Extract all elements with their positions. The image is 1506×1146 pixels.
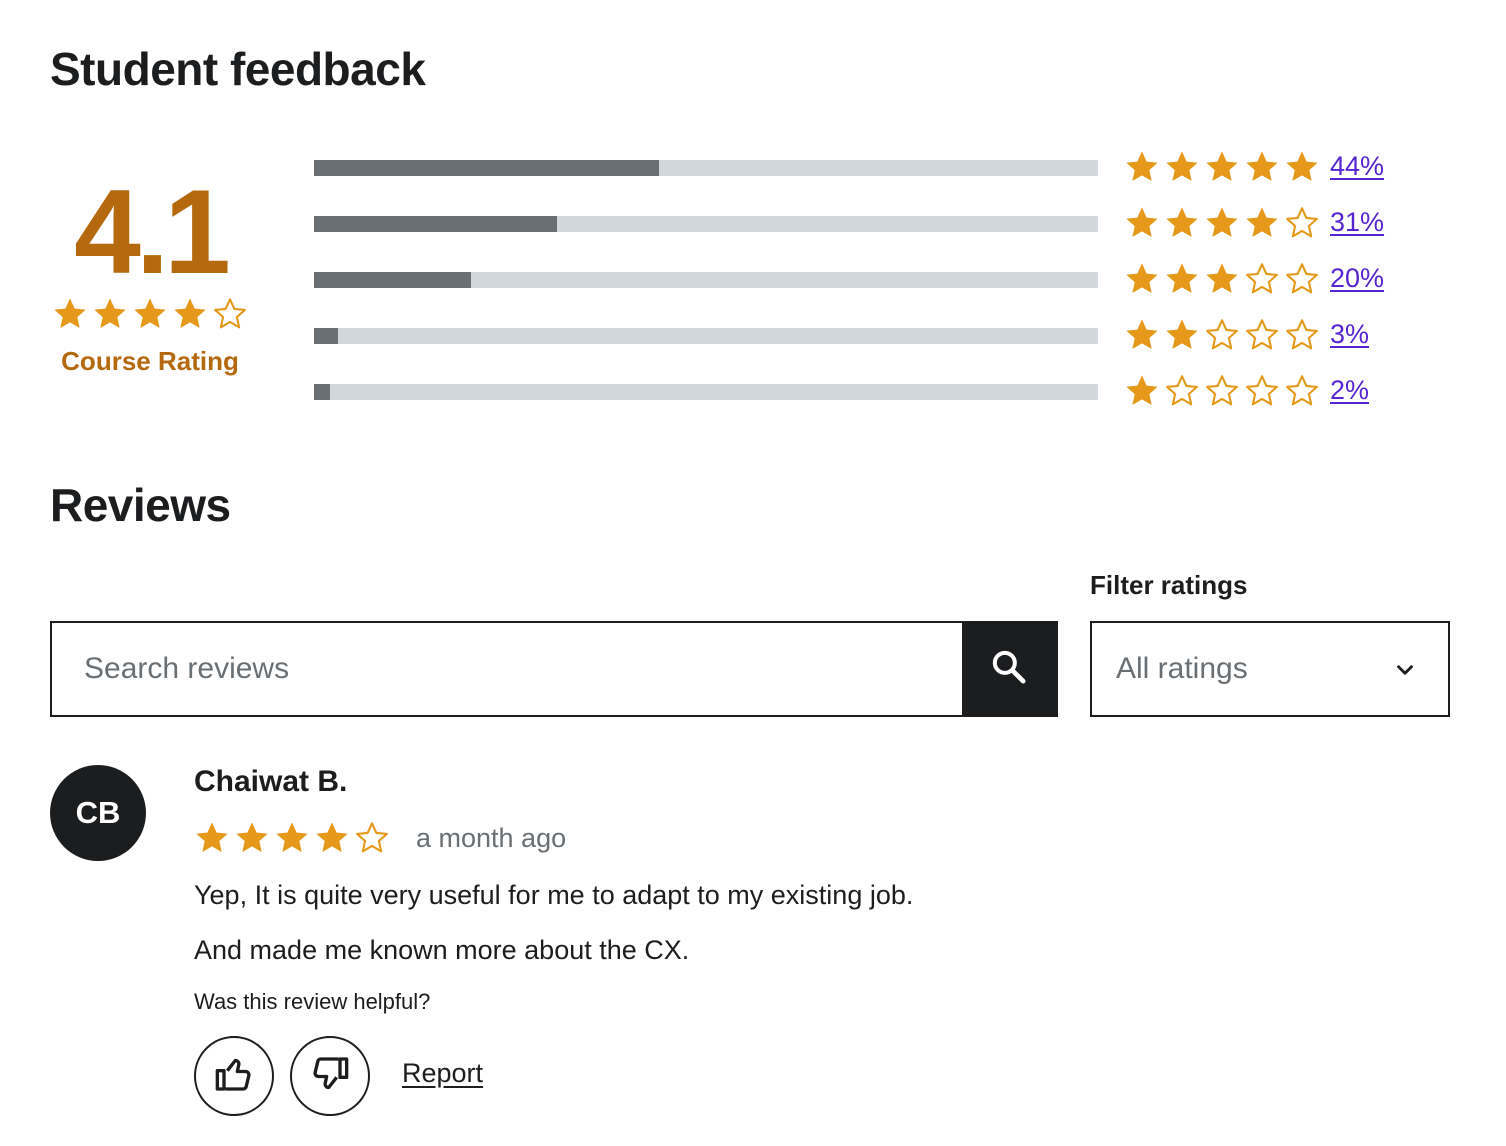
star-filled-icon: [1124, 261, 1160, 297]
chevron-down-icon: [1392, 657, 1418, 683]
rating-bar-fill: [314, 216, 558, 232]
rating-percent-link-2[interactable]: 3%: [1330, 319, 1369, 350]
rating-row-1: 2%: [314, 375, 1414, 435]
rating-bar-fill: [314, 272, 471, 288]
star-filled-icon: [1124, 317, 1160, 353]
filter-ratings-label: Filter ratings: [1090, 570, 1248, 600]
rating-bar-fill: [314, 384, 330, 400]
star-empty-icon: [212, 296, 248, 332]
star-filled-icon: [1124, 205, 1160, 241]
star-empty-icon: [1284, 373, 1320, 409]
rating-bar-track: [314, 328, 1098, 344]
report-link[interactable]: Report: [402, 1058, 483, 1089]
rating-row-stars: [1124, 373, 1320, 409]
rating-percent-link-5[interactable]: 44%: [1330, 151, 1384, 182]
search-reviews-input[interactable]: [52, 623, 962, 715]
star-filled-icon: [1244, 149, 1280, 185]
rating-row-stars: [1124, 205, 1320, 241]
review-date: a month ago: [416, 822, 567, 853]
rating-row-stars: [1124, 261, 1320, 297]
review-search-form: [50, 621, 1058, 717]
helpful-yes-button[interactable]: [194, 1036, 274, 1116]
rating-row-5: 44%: [314, 151, 1414, 211]
star-empty-icon: [1284, 261, 1320, 297]
review-meta: a month ago: [194, 820, 566, 856]
star-filled-icon: [1204, 149, 1240, 185]
star-empty-icon: [1164, 373, 1200, 409]
reviewer-avatar: CB: [50, 765, 146, 861]
filter-ratings-value: All ratings: [1116, 652, 1248, 685]
rating-row-2: 3%: [314, 319, 1414, 379]
star-filled-icon: [1204, 205, 1240, 241]
star-empty-icon: [1204, 317, 1240, 353]
star-filled-icon: [1204, 261, 1240, 297]
student-feedback-heading: Student feedback: [50, 43, 426, 95]
review-stars: [194, 820, 390, 856]
star-filled-icon: [52, 296, 88, 332]
star-filled-icon: [1124, 373, 1160, 409]
search-icon: [989, 647, 1029, 692]
star-filled-icon: [92, 296, 128, 332]
course-rating-summary: 4.1 Course Rating: [50, 172, 250, 377]
star-empty-icon: [1244, 317, 1280, 353]
rating-percent-link-4[interactable]: 31%: [1330, 207, 1384, 238]
reviewer-name: Chaiwat B.: [194, 765, 348, 798]
filter-ratings-select[interactable]: All ratings: [1090, 621, 1450, 717]
star-filled-icon: [234, 820, 270, 856]
rating-bar-track: [314, 384, 1098, 400]
star-filled-icon: [1164, 149, 1200, 185]
rating-row-3: 20%: [314, 263, 1414, 323]
star-filled-icon: [132, 296, 168, 332]
rating-bar-track: [314, 216, 1098, 232]
rating-bar-track: [314, 272, 1098, 288]
star-filled-icon: [194, 820, 230, 856]
star-filled-icon: [1164, 317, 1200, 353]
rating-bar-fill: [314, 328, 338, 344]
star-filled-icon: [1164, 205, 1200, 241]
star-empty-icon: [1284, 205, 1320, 241]
star-empty-icon: [1244, 373, 1280, 409]
rating-row-stars: [1124, 149, 1320, 185]
star-filled-icon: [1164, 261, 1200, 297]
reviews-heading: Reviews: [50, 479, 231, 531]
helpful-no-button[interactable]: [290, 1036, 370, 1116]
star-empty-icon: [1284, 317, 1320, 353]
search-button[interactable]: [962, 623, 1056, 715]
rating-percent-link-3[interactable]: 20%: [1330, 263, 1384, 294]
star-filled-icon: [314, 820, 350, 856]
star-empty-icon: [1244, 261, 1280, 297]
star-empty-icon: [354, 820, 390, 856]
average-rating-stars: [50, 296, 250, 332]
thumbs-up-icon: [214, 1054, 254, 1099]
star-filled-icon: [172, 296, 208, 332]
rating-bar-fill: [314, 160, 659, 176]
rating-row-stars: [1124, 317, 1320, 353]
average-rating: 4.1: [74, 165, 231, 299]
course-rating-label: Course Rating: [61, 346, 239, 376]
thumbs-down-icon: [310, 1054, 350, 1099]
star-filled-icon: [1124, 149, 1160, 185]
review-text-line: Yep, It is quite very useful for me to a…: [194, 880, 914, 910]
helpful-prompt: Was this review helpful?: [194, 989, 431, 1014]
rating-row-4: 31%: [314, 207, 1414, 267]
review-text-line: And made me known more about the CX.: [194, 935, 690, 965]
rating-percent-link-1[interactable]: 2%: [1330, 375, 1369, 406]
rating-bar-track: [314, 160, 1098, 176]
star-filled-icon: [1284, 149, 1320, 185]
star-empty-icon: [1204, 373, 1240, 409]
star-filled-icon: [274, 820, 310, 856]
star-filled-icon: [1244, 205, 1280, 241]
